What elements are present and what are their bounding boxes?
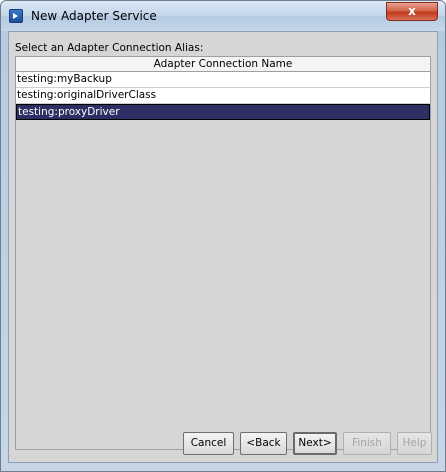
table-row-selected[interactable]: testing:proxyDriver bbox=[16, 104, 430, 120]
next-button[interactable]: Next> bbox=[293, 432, 337, 455]
close-button[interactable]: x bbox=[386, 2, 438, 21]
adapter-connection-table: Adapter Connection Name testing:myBackup… bbox=[15, 56, 431, 450]
select-alias-label: Select an Adapter Connection Alias: bbox=[15, 42, 204, 54]
finish-button[interactable]: Finish bbox=[343, 432, 391, 455]
button-bar: Cancel <Back Next> Finish Help bbox=[9, 430, 437, 460]
column-header-adapter-connection-name[interactable]: Adapter Connection Name bbox=[16, 57, 430, 72]
table-row[interactable]: testing:myBackup bbox=[16, 72, 430, 88]
back-button[interactable]: <Back bbox=[240, 432, 287, 455]
title-bar[interactable]: New Adapter Service x bbox=[1, 1, 445, 31]
new-adapter-service-dialog: New Adapter Service x Select an Adapter … bbox=[0, 0, 446, 472]
table-rows: testing:myBackup testing:originalDriverC… bbox=[16, 72, 430, 120]
cancel-button[interactable]: Cancel bbox=[183, 432, 234, 455]
window-title: New Adapter Service bbox=[31, 9, 157, 23]
dialog-body: Select an Adapter Connection Alias: Adap… bbox=[8, 31, 438, 463]
table-row[interactable]: testing:originalDriverClass bbox=[16, 88, 430, 104]
help-button[interactable]: Help bbox=[397, 432, 432, 455]
app-icon bbox=[9, 9, 23, 23]
